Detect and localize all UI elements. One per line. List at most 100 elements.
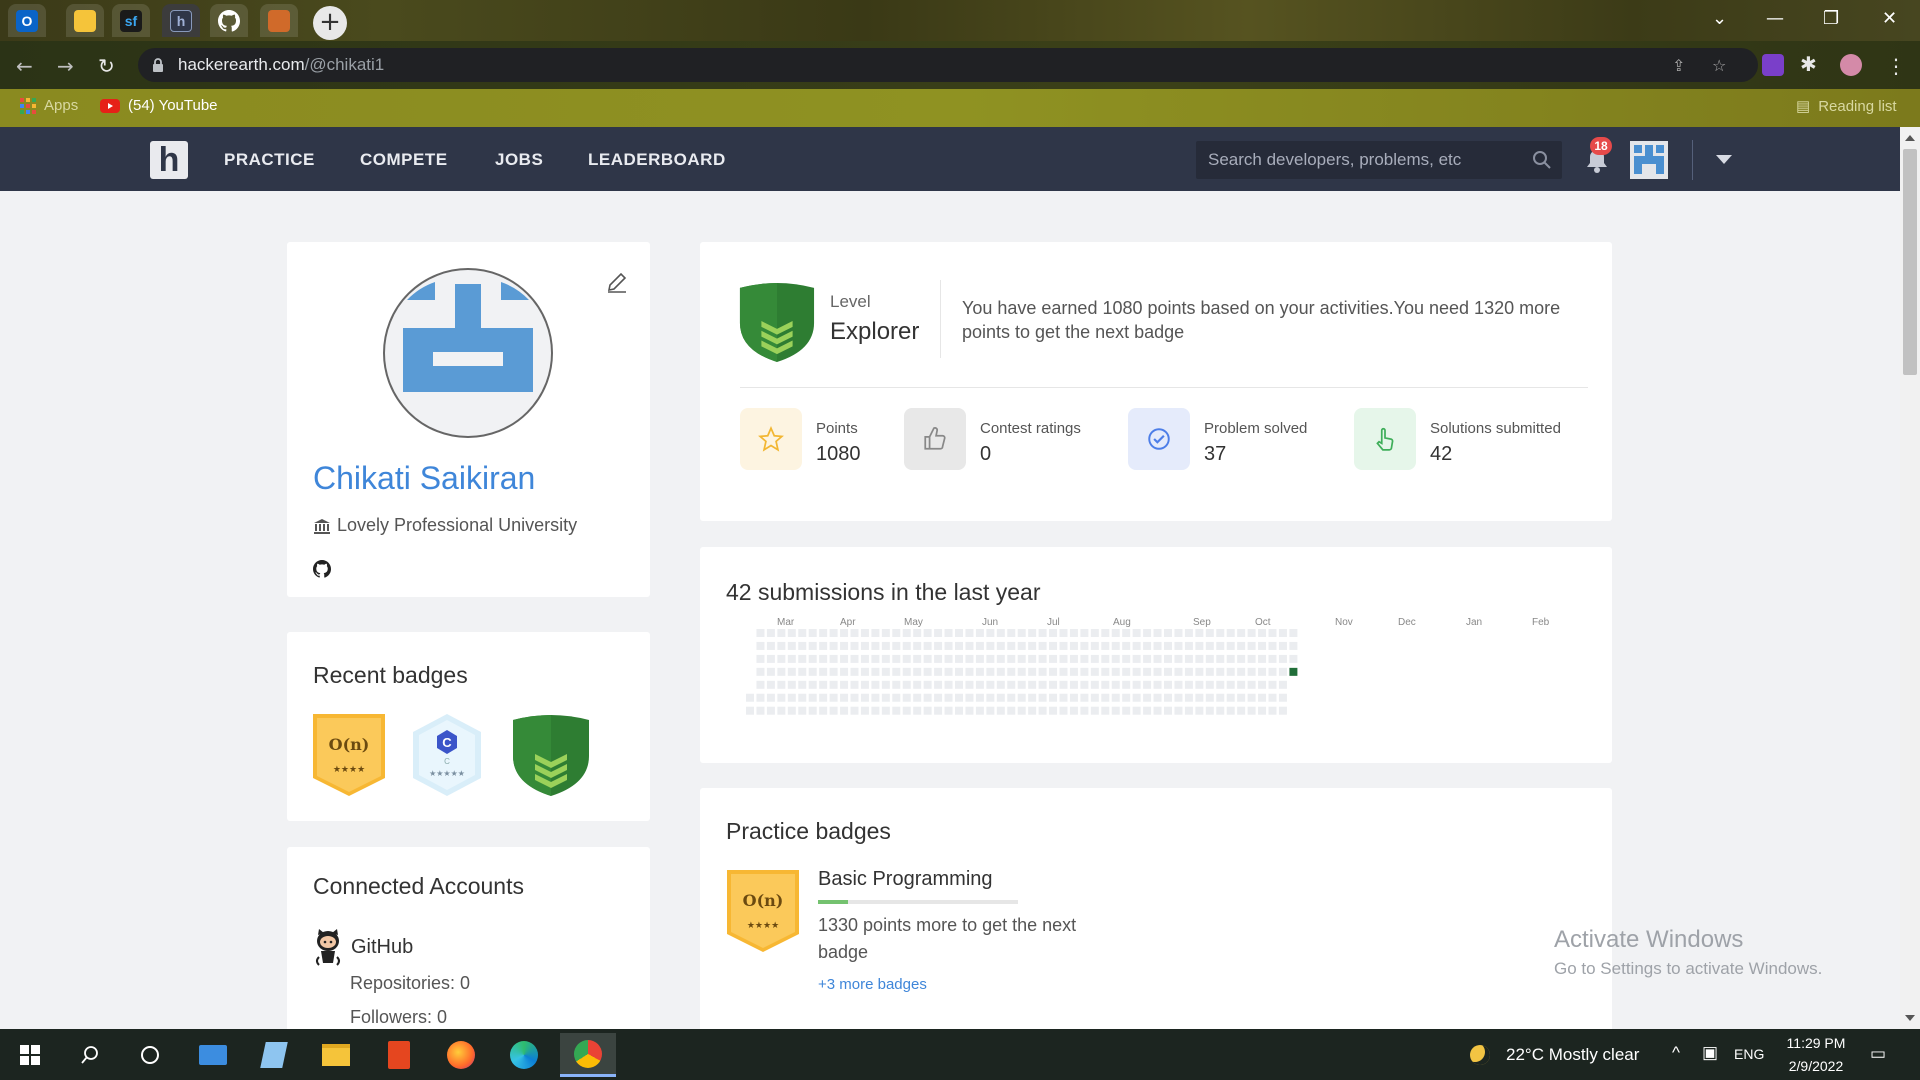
heatmap-cell[interactable] xyxy=(934,654,943,663)
heatmap-cell[interactable] xyxy=(1111,680,1120,689)
heatmap-cell[interactable] xyxy=(1017,667,1026,676)
heatmap-cell[interactable] xyxy=(746,706,754,715)
heatmap-cell[interactable] xyxy=(965,629,974,637)
heatmap-cell[interactable] xyxy=(1090,641,1099,650)
heatmap-cell[interactable] xyxy=(923,629,932,637)
heatmap-cell[interactable] xyxy=(819,667,828,676)
search-input[interactable] xyxy=(1196,141,1526,179)
heatmap-cell[interactable] xyxy=(1080,680,1089,689)
heatmap-cell[interactable] xyxy=(1038,693,1047,702)
heatmap-cell[interactable] xyxy=(1132,693,1141,702)
weather-text[interactable]: 22°C Mostly clear xyxy=(1506,1045,1639,1065)
github-account-row[interactable]: GitHub xyxy=(313,927,413,967)
heatmap-cell[interactable] xyxy=(1069,629,1078,637)
nav-jobs[interactable]: JOBS xyxy=(495,150,543,170)
heatmap-cell[interactable] xyxy=(1111,641,1120,650)
heatmap-cell[interactable] xyxy=(860,693,869,702)
heatmap-cell[interactable] xyxy=(850,667,859,676)
user-menu-dropdown-icon[interactable] xyxy=(1716,155,1732,164)
heatmap-cell[interactable] xyxy=(1007,693,1016,702)
heatmap-cell[interactable] xyxy=(829,693,838,702)
heatmap-cell[interactable] xyxy=(1237,629,1246,637)
new-tab-button[interactable]: + xyxy=(313,6,347,40)
heatmap-cell[interactable] xyxy=(1090,654,1099,663)
heatmap-cell[interactable] xyxy=(798,654,807,663)
heatmap-cell[interactable] xyxy=(1069,667,1078,676)
edge-icon[interactable] xyxy=(506,1037,542,1073)
bookmark-apps[interactable]: Apps xyxy=(20,97,78,114)
heatmap-cell[interactable] xyxy=(892,629,901,637)
heatmap-cell[interactable] xyxy=(1007,667,1016,676)
heatmap-cell[interactable] xyxy=(1090,706,1099,715)
heatmap-cell[interactable] xyxy=(923,680,932,689)
notification-center-icon[interactable]: ▭ xyxy=(1870,1044,1886,1064)
heatmap-cell[interactable] xyxy=(1237,667,1246,676)
heatmap-cell[interactable] xyxy=(902,693,911,702)
heatmap-cell[interactable] xyxy=(871,641,880,650)
heatmap-cell[interactable] xyxy=(1247,654,1256,663)
heatmap-cell[interactable] xyxy=(1132,680,1141,689)
heatmap-cell[interactable] xyxy=(1268,693,1277,702)
heatmap-cell[interactable] xyxy=(1164,641,1172,650)
heatmap-cell[interactable] xyxy=(1278,706,1287,715)
browser-tab-sf[interactable]: sf xyxy=(112,4,150,37)
heatmap-cell[interactable] xyxy=(1205,693,1214,702)
heatmap-cell[interactable] xyxy=(996,706,1005,715)
heatmap-cell[interactable] xyxy=(1049,654,1058,663)
heatmap-cell[interactable] xyxy=(850,641,859,650)
heatmap-cell[interactable] xyxy=(860,654,869,663)
heatmap-cell[interactable] xyxy=(1237,706,1246,715)
heatmap-cell[interactable] xyxy=(986,629,995,637)
page-scrollbar[interactable] xyxy=(1900,127,1920,1029)
heatmap-cell[interactable] xyxy=(777,654,786,663)
heatmap-cell[interactable] xyxy=(787,667,796,676)
heatmap-cell[interactable] xyxy=(1122,667,1131,676)
heatmap-cell[interactable] xyxy=(1049,629,1058,637)
heatmap-cell[interactable] xyxy=(871,629,880,637)
heatmap-cell[interactable] xyxy=(944,706,953,715)
heatmap-cell[interactable] xyxy=(1184,680,1193,689)
heatmap-cell[interactable] xyxy=(913,654,922,663)
heatmap-cell[interactable] xyxy=(808,654,817,663)
heatmap-cell[interactable] xyxy=(1195,693,1204,702)
restore-button[interactable]: ❐ xyxy=(1823,8,1839,29)
heatmap-cell[interactable] xyxy=(1153,680,1162,689)
heatmap-cell[interactable] xyxy=(1059,680,1068,689)
heatmap-cell[interactable] xyxy=(892,706,901,715)
heatmap-cell[interactable] xyxy=(1289,641,1298,650)
heatmap-cell[interactable] xyxy=(1216,654,1225,663)
heatmap-cell[interactable] xyxy=(1164,667,1172,676)
heatmap-cell-active[interactable] xyxy=(1289,667,1298,676)
heatmap-cell[interactable] xyxy=(986,693,995,702)
heatmap-cell[interactable] xyxy=(955,667,963,676)
heatmap-cell[interactable] xyxy=(1143,680,1152,689)
heatmap-cell[interactable] xyxy=(1247,629,1256,637)
chrome-taskbar-icon[interactable] xyxy=(560,1033,616,1077)
heatmap-cell[interactable] xyxy=(1258,693,1267,702)
heatmap-cell[interactable] xyxy=(1017,693,1026,702)
clock-time[interactable]: 11:29 PM xyxy=(1776,1035,1856,1051)
heatmap-cell[interactable] xyxy=(996,680,1005,689)
heatmap-cell[interactable] xyxy=(798,641,807,650)
heatmap-cell[interactable] xyxy=(1216,680,1225,689)
heatmap-cell[interactable] xyxy=(777,693,786,702)
heatmap-cell[interactable] xyxy=(1028,629,1037,637)
github-link-icon[interactable] xyxy=(313,560,331,578)
heatmap-cell[interactable] xyxy=(881,629,890,637)
heatmap-cell[interactable] xyxy=(840,641,849,650)
heatmap-cell[interactable] xyxy=(1069,680,1078,689)
heatmap-cell[interactable] xyxy=(986,680,995,689)
heatmap-cell[interactable] xyxy=(1216,641,1225,650)
heatmap-cell[interactable] xyxy=(787,693,796,702)
heatmap-cell[interactable] xyxy=(756,654,765,663)
heatmap-cell[interactable] xyxy=(1184,693,1193,702)
heatmap-cell[interactable] xyxy=(975,629,984,637)
heatmap-cell[interactable] xyxy=(1174,693,1183,702)
heatmap-cell[interactable] xyxy=(934,667,943,676)
heatmap-cell[interactable] xyxy=(1038,629,1047,637)
nav-compete[interactable]: COMPETE xyxy=(360,150,448,170)
weather-moon-icon[interactable] xyxy=(1462,1037,1498,1073)
heatmap-cell[interactable] xyxy=(850,706,859,715)
heatmap-cell[interactable] xyxy=(1101,629,1110,637)
more-badges-link[interactable]: +3 more badges xyxy=(818,976,927,993)
